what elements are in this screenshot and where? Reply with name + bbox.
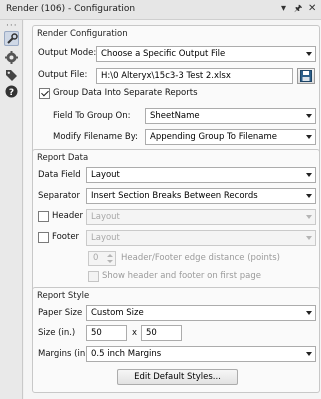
- render-configuration-title: Render Configuration: [37, 29, 128, 39]
- footer-checkbox[interactable]: [38, 232, 49, 243]
- chevron-down-icon: [306, 173, 312, 177]
- report-style-title: Report Style: [37, 291, 90, 301]
- edge-distance-label: Header/Footer edge distance (points): [121, 253, 280, 263]
- save-file-button[interactable]: [297, 68, 315, 84]
- edit-default-styles-button[interactable]: Edit Default Styles...: [117, 369, 238, 385]
- output-file-label: Output File:: [38, 70, 88, 80]
- data-field-value: Layout: [91, 170, 120, 180]
- report-style-group: Report Style Paper Size Custom Size Size…: [32, 287, 320, 393]
- help-icon[interactable]: ?: [4, 84, 19, 99]
- modify-filename-label: Modify Filename By:: [53, 132, 139, 142]
- group-data-label: Group Data Into Separate Reports: [53, 88, 198, 98]
- close-icon[interactable]: ✕: [308, 3, 316, 15]
- separator-label: Separator: [38, 191, 80, 201]
- size-x-label: x: [132, 328, 138, 338]
- paper-size-select[interactable]: Custom Size: [86, 305, 316, 321]
- chevron-down-icon: [306, 194, 312, 198]
- spin-down-icon[interactable]: [107, 260, 113, 263]
- tag-icon[interactable]: [4, 68, 19, 83]
- render-configuration-group: Render Configuration Output Mode: Choose…: [32, 25, 320, 162]
- output-mode-value: Choose a Specific Output File: [101, 49, 226, 59]
- paper-size-label: Paper Size: [38, 308, 83, 318]
- gear-icon[interactable]: [4, 50, 19, 65]
- size-label: Size (in.): [38, 328, 76, 338]
- chevron-down-icon: [306, 352, 312, 356]
- edge-distance-stepper[interactable]: 0: [88, 251, 116, 266]
- separator-select[interactable]: Insert Section Breaks Between Records: [86, 188, 316, 204]
- output-mode-select[interactable]: Choose a Specific Output File: [96, 46, 316, 62]
- chevron-down-icon: [306, 236, 312, 240]
- footer-value: Layout: [91, 233, 120, 243]
- chevron-down-icon: [306, 311, 312, 315]
- field-group-select[interactable]: SheetName: [145, 108, 316, 124]
- size-width-value: 50: [91, 328, 102, 338]
- header-select[interactable]: Layout: [86, 209, 316, 225]
- size-width-input[interactable]: 50: [86, 325, 127, 341]
- output-mode-label: Output Mode:: [38, 48, 97, 58]
- grip-icon: ···: [6, 21, 18, 31]
- chevron-down-icon: [306, 114, 312, 118]
- chevron-down-icon: [306, 215, 312, 219]
- header-value: Layout: [91, 212, 120, 222]
- dropdown-menu-icon[interactable]: ▾: [281, 3, 286, 15]
- size-height-value: 50: [146, 328, 157, 338]
- margins-select[interactable]: 0.5 inch Margins: [86, 346, 316, 362]
- window-titlebar: Render (106) - Configuration ▾ 🖈 ✕: [0, 0, 321, 20]
- modify-filename-value: Appending Group To Filename: [150, 132, 278, 142]
- data-field-select[interactable]: Layout: [86, 167, 316, 183]
- save-icon: [300, 70, 312, 82]
- output-file-value: H:\0 Alteryx\15c3-3 Test 2.xlsx: [101, 71, 231, 81]
- modify-filename-select[interactable]: Appending Group To Filename: [145, 129, 316, 145]
- report-data-group: Report Data Data Field Layout Separator …: [32, 149, 320, 300]
- data-field-label: Data Field: [38, 170, 81, 180]
- chevron-down-icon: [306, 52, 312, 56]
- output-file-input[interactable]: H:\0 Alteryx\15c3-3 Test 2.xlsx: [96, 68, 293, 84]
- edit-default-styles-label: Edit Default Styles...: [134, 372, 221, 382]
- paper-size-value: Custom Size: [91, 308, 144, 318]
- size-height-input[interactable]: 50: [141, 325, 182, 341]
- window-title: Render (106) - Configuration: [6, 4, 136, 14]
- chevron-down-icon: [306, 135, 312, 139]
- configuration-panel: Render Configuration Output Mode: Choose…: [24, 20, 321, 399]
- show-first-page-checkbox[interactable]: [88, 271, 99, 282]
- separator-value: Insert Section Breaks Between Records: [91, 191, 258, 201]
- edge-distance-value: 0: [93, 253, 99, 263]
- margins-label: Margins (in.): [38, 349, 92, 359]
- wrench-icon[interactable]: [4, 31, 19, 46]
- header-label: Header: [52, 211, 83, 221]
- field-group-value: SheetName: [150, 111, 200, 121]
- header-checkbox[interactable]: [38, 211, 49, 222]
- show-first-page-label: Show header and footer on first page: [102, 271, 261, 281]
- footer-select[interactable]: Layout: [86, 230, 316, 246]
- pin-icon[interactable]: 🖈: [294, 3, 302, 15]
- group-data-checkbox[interactable]: [39, 88, 50, 99]
- svg-text:?: ?: [9, 88, 14, 98]
- footer-label: Footer: [52, 232, 80, 242]
- field-group-label: Field To Group On:: [53, 111, 131, 121]
- report-data-title: Report Data: [37, 153, 89, 163]
- sidebar: ··· ?: [0, 20, 23, 399]
- spin-up-icon[interactable]: [107, 254, 113, 257]
- margins-value: 0.5 inch Margins: [91, 349, 162, 359]
